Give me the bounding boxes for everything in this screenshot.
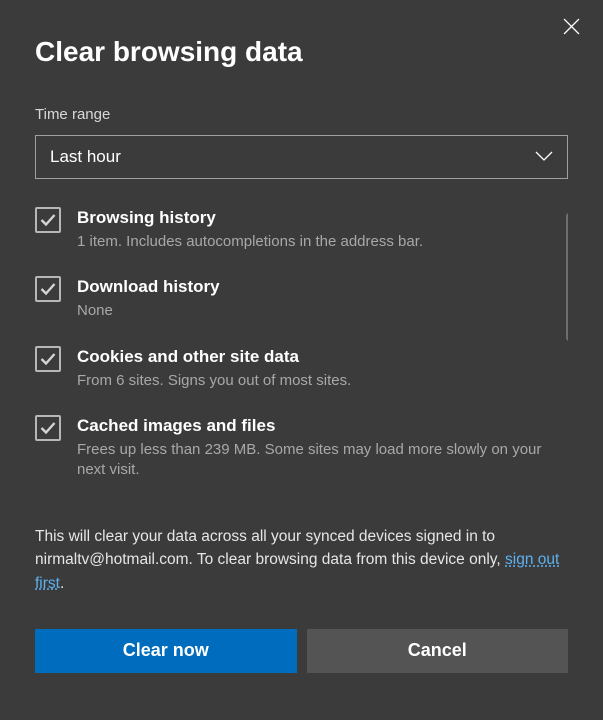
option-text: Cached images and files Frees up less th…	[77, 415, 568, 481]
cancel-button[interactable]: Cancel	[307, 629, 569, 673]
check-icon	[40, 282, 56, 296]
option-desc: Frees up less than 239 MB. Some sites ma…	[77, 440, 568, 481]
option-text: Cookies and other site data From 6 sites…	[77, 346, 351, 391]
time-range-value: Last hour	[50, 147, 121, 167]
option-title: Download history	[77, 277, 220, 297]
options-area: Browsing history 1 item. Includes autoco…	[35, 207, 568, 507]
footer-text-part2: .	[60, 575, 64, 592]
option-row: Cached images and files Frees up less th…	[35, 415, 568, 481]
option-title: Browsing history	[77, 208, 423, 228]
option-text: Download history None	[77, 276, 220, 321]
clear-now-button[interactable]: Clear now	[35, 629, 297, 673]
option-row: Download history None	[35, 276, 568, 321]
clear-browsing-data-dialog: Clear browsing data Time range Last hour…	[0, 0, 603, 720]
checkbox-download-history[interactable]	[35, 276, 61, 302]
button-row: Clear now Cancel	[35, 629, 568, 673]
option-desc: From 6 sites. Signs you out of most site…	[77, 371, 351, 391]
time-range-label: Time range	[35, 106, 568, 123]
checkbox-browsing-history[interactable]	[35, 207, 61, 233]
scrollbar[interactable]	[566, 213, 568, 341]
check-icon	[40, 352, 56, 366]
close-icon	[563, 18, 580, 35]
option-row: Cookies and other site data From 6 sites…	[35, 346, 568, 391]
option-row: Browsing history 1 item. Includes autoco…	[35, 207, 568, 252]
option-title: Cached images and files	[77, 416, 568, 436]
checkbox-cached[interactable]	[35, 415, 61, 441]
time-range-select[interactable]: Last hour	[35, 135, 568, 179]
dialog-title: Clear browsing data	[35, 36, 568, 68]
check-icon	[40, 421, 56, 435]
chevron-down-icon	[535, 148, 553, 166]
option-desc: None	[77, 301, 220, 321]
option-text: Browsing history 1 item. Includes autoco…	[77, 207, 423, 252]
close-button[interactable]	[557, 12, 585, 40]
check-icon	[40, 213, 56, 227]
footer-text-part1: This will clear your data across all you…	[35, 528, 505, 568]
option-title: Cookies and other site data	[77, 347, 351, 367]
footer-text: This will clear your data across all you…	[35, 525, 568, 595]
options-list: Browsing history 1 item. Includes autoco…	[35, 207, 568, 480]
checkbox-cookies[interactable]	[35, 346, 61, 372]
option-desc: 1 item. Includes autocompletions in the …	[77, 232, 423, 252]
